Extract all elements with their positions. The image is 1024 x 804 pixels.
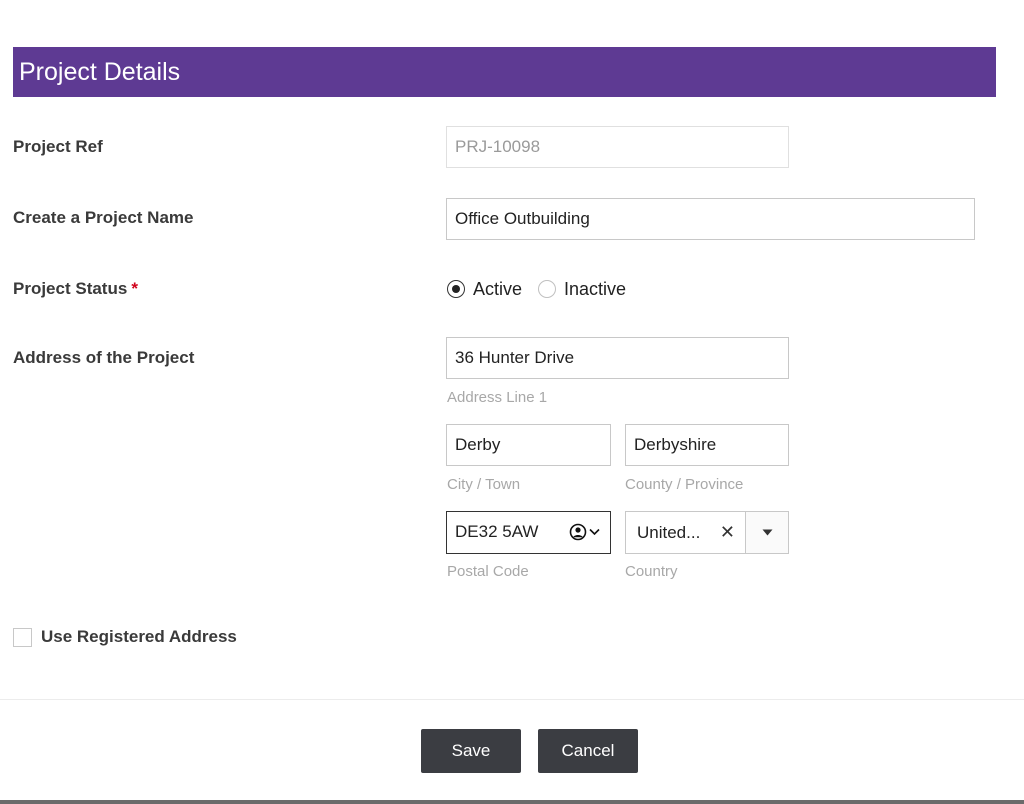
postal-code-hint: Postal Code — [447, 563, 529, 580]
country-value-box[interactable]: United... ✕ — [626, 512, 745, 553]
address-label: Address of the Project — [13, 348, 195, 367]
project-status-radio-group: Active Inactive — [447, 276, 626, 302]
save-button[interactable]: Save — [421, 729, 521, 773]
use-registered-address-label[interactable]: Use Registered Address — [41, 627, 237, 647]
clear-icon[interactable]: ✕ — [720, 512, 735, 553]
radio-active[interactable] — [447, 280, 465, 298]
project-status-label-text: Project Status — [13, 279, 128, 298]
radio-active-label[interactable]: Active — [473, 279, 522, 300]
required-marker: * — [131, 279, 138, 298]
country-dropdown-toggle[interactable] — [745, 512, 788, 553]
city-input[interactable]: Derby — [446, 424, 611, 466]
country-hint: Country — [625, 563, 678, 580]
contact-card-icon — [569, 523, 587, 541]
country-value: United... — [637, 523, 701, 542]
project-status-label: Project Status * — [13, 279, 138, 299]
city-hint: City / Town — [447, 476, 521, 493]
project-ref-label: Project Ref — [13, 137, 103, 156]
use-registered-address-row[interactable]: Use Registered Address — [13, 627, 237, 647]
country-select[interactable]: United... ✕ — [625, 511, 789, 554]
radio-inactive-label[interactable]: Inactive — [564, 279, 626, 300]
address-line1-hint: Address Line 1 — [447, 389, 548, 406]
postal-code-input[interactable]: DE32 5AW — [446, 511, 611, 554]
footer-divider — [0, 699, 1024, 700]
county-hint: County / Province — [625, 476, 744, 493]
autofill-contact-button[interactable] — [569, 512, 600, 552]
use-registered-address-checkbox[interactable] — [13, 627, 32, 647]
caret-down-icon — [762, 529, 772, 536]
county-input[interactable]: Derbyshire — [625, 424, 789, 466]
postal-code-value: DE32 5AW — [455, 522, 539, 541]
address-line1-input[interactable]: 36 Hunter Drive — [446, 337, 789, 379]
section-title: Project Details — [19, 58, 181, 86]
chevron-down-icon — [589, 528, 600, 536]
cancel-button[interactable]: Cancel — [538, 729, 638, 773]
project-name-input[interactable]: Office Outbuilding — [446, 198, 975, 240]
project-ref-field: PRJ-10098 — [446, 126, 789, 168]
project-name-label: Create a Project Name — [13, 208, 194, 227]
window-bottom-edge — [0, 800, 1024, 804]
section-header: Project Details — [13, 47, 996, 97]
radio-inactive[interactable] — [538, 280, 557, 298]
